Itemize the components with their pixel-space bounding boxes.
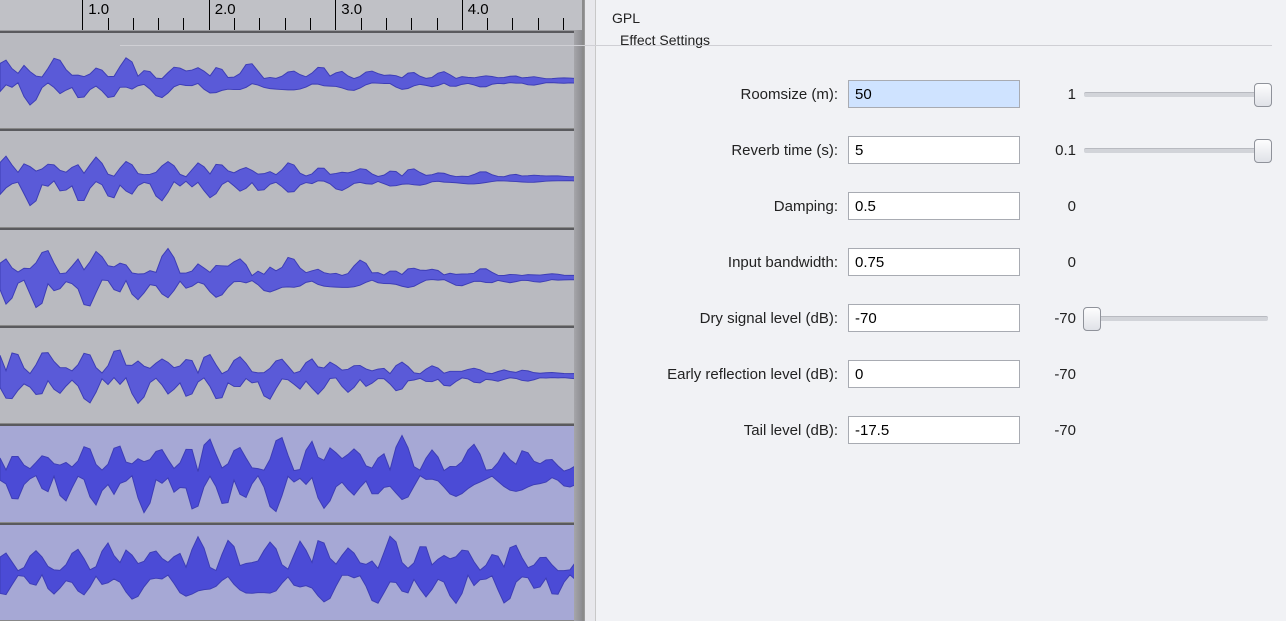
param-row-reverbtime: Reverb time (s): 0.1 [630,122,1268,178]
param-input-inputbw[interactable] [848,248,1020,276]
param-input-roomsize[interactable] [848,80,1020,108]
param-slider-roomsize[interactable] [1084,81,1268,107]
param-label: Reverb time (s): [630,142,848,159]
slider-thumb[interactable] [1254,83,1272,107]
effect-rows: Roomsize (m): 1 Reverb time (s): 0.1 Damping… [630,66,1268,458]
audio-track[interactable] [0,326,582,424]
effect-panel: GPL Effect Settings Roomsize (m):1Reverb… [596,0,1286,621]
param-input-drylevel[interactable] [848,304,1020,332]
waveform [0,230,582,325]
param-input-damping[interactable] [848,192,1020,220]
waveform [0,328,582,423]
param-row-roomsize: Roomsize (m): 1 [630,66,1268,122]
param-min-label: -70 [1020,310,1084,327]
param-label: Tail level (dB): [630,422,848,439]
param-slider-earlyrefl [1084,361,1268,387]
ruler-label: 4.0 [468,1,489,18]
timeline-ruler[interactable]: 1.0 2.0 3.0 4.0 [0,0,582,31]
ruler-tick [462,0,463,30]
param-row-drylevel: Dry signal level (dB): -70 [630,290,1268,346]
param-min-label: -70 [1020,422,1084,439]
waveform-panel: 1.0 2.0 3.0 4.0 [0,0,584,621]
param-min-label: 0 [1020,198,1084,215]
param-label: Dry signal level (dB): [630,310,848,327]
param-row-taillevel: Tail level (dB): -70 [630,402,1268,458]
ruler-tick [209,0,210,30]
panel-splitter[interactable] [584,0,596,621]
ruler-label: 2.0 [215,1,236,18]
param-slider-drylevel[interactable] [1084,305,1268,331]
waveform [0,426,582,521]
param-label: Input bandwidth: [630,254,848,271]
audio-track[interactable] [0,129,582,227]
effect-license-label: GPL [610,10,1268,26]
group-divider [120,45,1272,46]
param-slider-damping [1084,193,1268,219]
track-list [0,31,582,621]
param-slider-reverbtime[interactable] [1084,137,1268,163]
param-min-label: -70 [1020,366,1084,383]
waveform [0,525,582,620]
param-min-label: 0.1 [1020,142,1084,159]
audio-track[interactable] [0,523,582,621]
ruler-label: 1.0 [88,1,109,18]
param-input-taillevel[interactable] [848,416,1020,444]
param-label: Early reflection level (dB): [630,366,848,383]
slider-thumb[interactable] [1254,139,1272,163]
param-min-label: 0 [1020,254,1084,271]
audio-track[interactable] [0,424,582,522]
param-min-label: 1 [1020,86,1084,103]
waveform [0,33,582,128]
param-row-earlyrefl: Early reflection level (dB): -70 [630,346,1268,402]
param-label: Roomsize (m): [630,86,848,103]
slider-thumb[interactable] [1083,307,1101,331]
waveform [0,131,582,226]
param-slider-inputbw [1084,249,1268,275]
param-row-inputbw: Input bandwidth: 0 [630,234,1268,290]
ruler-tick [335,0,336,30]
ruler-label: 3.0 [341,1,362,18]
param-label: Damping: [630,198,848,215]
param-input-reverbtime[interactable] [848,136,1020,164]
ruler-tick [82,0,83,30]
param-row-damping: Damping: 0 [630,178,1268,234]
param-input-earlyrefl[interactable] [848,360,1020,388]
param-slider-taillevel [1084,417,1268,443]
audio-track[interactable] [0,228,582,326]
